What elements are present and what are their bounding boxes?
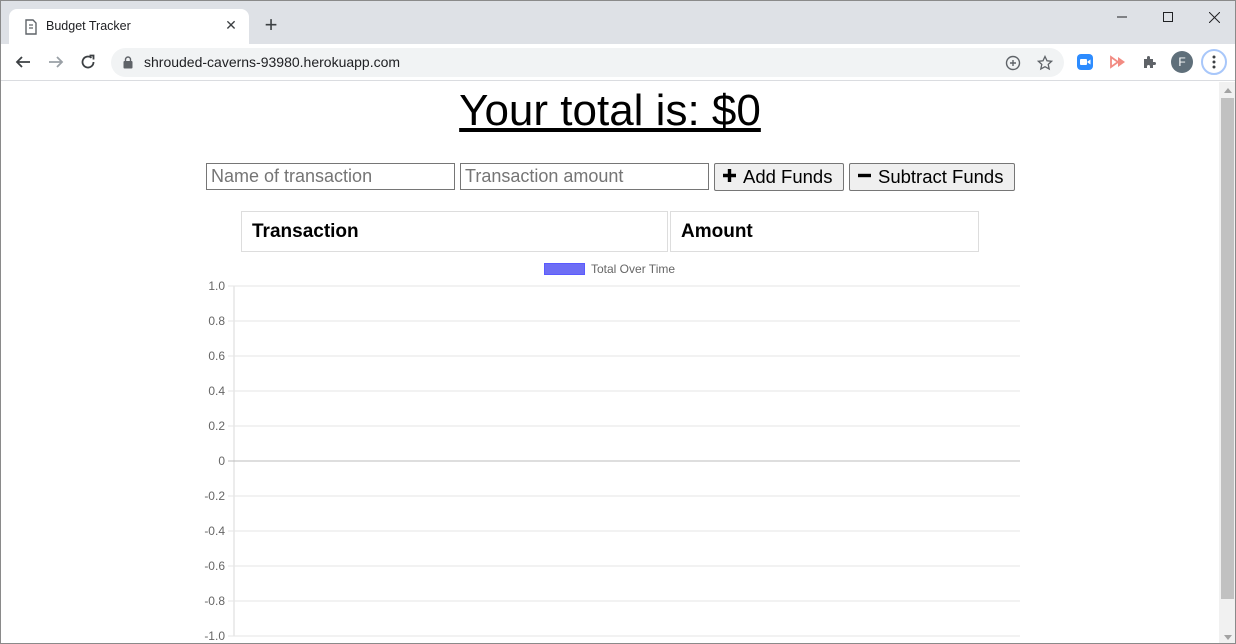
tab-strip: Budget Tracker ✕ + (1, 1, 1235, 44)
bookmark-star-icon[interactable] (1036, 54, 1054, 72)
forward-arrow-icon[interactable] (44, 50, 68, 74)
vertical-scrollbar[interactable] (1219, 82, 1235, 643)
address-bar[interactable]: shrouded-caverns-93980.herokuapp.com (111, 48, 1064, 77)
add-to-zoom-icon[interactable] (1004, 54, 1022, 72)
add-funds-label: Add Funds (743, 166, 833, 187)
total-heading: Your total is: $0 (459, 86, 761, 135)
y-tick-label: 0.4 (208, 384, 225, 398)
y-tick-label: -0.8 (204, 594, 225, 608)
tab-title: Budget Tracker (46, 19, 131, 33)
add-funds-button[interactable]: Add Funds (714, 163, 844, 191)
minus-icon (857, 166, 872, 188)
y-tick-label: 0 (218, 454, 225, 468)
maximize-icon[interactable] (1145, 1, 1191, 33)
y-tick-label: -0.2 (204, 489, 225, 503)
scroll-up-arrow-icon[interactable] (1219, 82, 1235, 98)
url-text: shrouded-caverns-93980.herokuapp.com (144, 54, 401, 70)
y-tick-label: 1.0 (208, 279, 225, 293)
scroll-down-arrow-icon[interactable] (1219, 629, 1235, 643)
browser-window: Budget Tracker ✕ + shrouded-caverns-9398… (0, 0, 1236, 644)
transaction-name-input[interactable] (206, 163, 455, 190)
transaction-amount-input[interactable] (460, 163, 709, 190)
total-over-time-chart: 1.0 0.8 0.6 0.4 0.2 0 -0.2 -0.4 -0.6 -0.8 -1.0 (204, 279, 1020, 643)
y-tick-label: 0.2 (208, 419, 225, 433)
transactions-table: Transaction Amount (239, 211, 979, 252)
extensions-puzzle-icon[interactable] (1140, 52, 1160, 72)
scrollbar-thumb[interactable] (1221, 98, 1234, 599)
profile-avatar[interactable]: F (1171, 51, 1193, 73)
minimize-icon[interactable] (1099, 1, 1145, 33)
reload-icon[interactable] (76, 50, 100, 74)
header-transaction: Transaction (241, 211, 668, 252)
tab-close-icon[interactable]: ✕ (223, 17, 239, 33)
kebab-menu-icon[interactable] (1201, 49, 1227, 75)
window-close-icon[interactable] (1191, 1, 1235, 33)
subtract-funds-label: Subtract Funds (878, 166, 1004, 187)
y-tick-label: -1.0 (204, 629, 225, 643)
new-tab-icon[interactable]: + (260, 14, 282, 37)
zoom-extension-icon[interactable] (1075, 52, 1095, 72)
y-tick-label: 0.6 (208, 349, 225, 363)
y-tick-label: -0.4 (204, 524, 225, 538)
tab-budget-tracker[interactable]: Budget Tracker ✕ (9, 9, 249, 44)
page-favicon-icon (24, 19, 38, 35)
back-arrow-icon[interactable] (11, 50, 35, 74)
y-tick-label: 0.8 (208, 314, 225, 328)
plus-icon (722, 166, 737, 188)
browser-toolbar: shrouded-caverns-93980.herokuapp.com F (1, 44, 1235, 81)
page-viewport: Your total is: $0 Add Funds Subtract Fun… (1, 82, 1219, 643)
y-tick-label: -0.6 (204, 559, 225, 573)
lock-icon (123, 56, 133, 74)
screen-recorder-extension-icon[interactable] (1108, 52, 1128, 72)
header-amount: Amount (670, 211, 979, 252)
subtract-funds-button[interactable]: Subtract Funds (849, 163, 1015, 191)
